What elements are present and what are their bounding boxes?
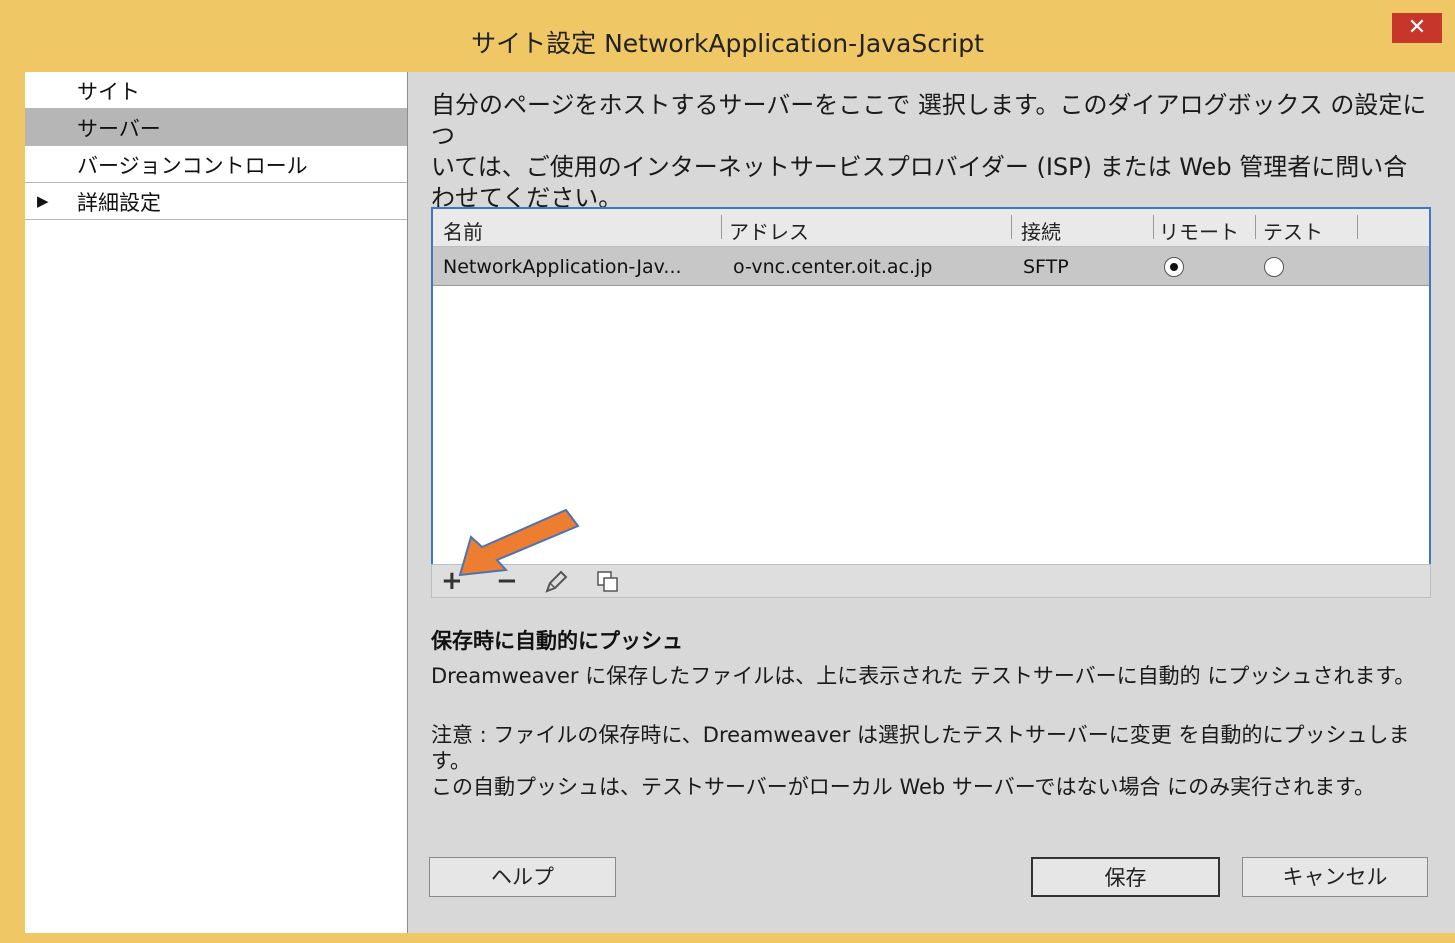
sidebar-item-servers[interactable]: サーバー: [25, 109, 407, 146]
add-server-button[interactable]: +: [441, 567, 463, 595]
column-divider[interactable]: [1357, 215, 1358, 239]
column-header-address[interactable]: アドレス: [729, 216, 809, 245]
description-line: 自分のページをホストするサーバーをここで 選択します。このダイアログボックス の…: [431, 91, 1427, 150]
table-row[interactable]: NetworkApplication-Jav... o-vnc.center.o…: [433, 247, 1429, 286]
radio-checked-dot: [1170, 263, 1178, 271]
table-header: 名前 アドレス 接続 リモート テスト: [433, 209, 1429, 247]
column-header-test[interactable]: テスト: [1263, 216, 1323, 245]
column-divider[interactable]: [1255, 215, 1256, 239]
expand-arrow-icon[interactable]: ▶: [37, 192, 49, 210]
remove-server-button[interactable]: −: [496, 567, 518, 595]
server-connection-cell: SFTP: [1023, 256, 1069, 278]
servers-description: 自分のページをホストするサーバーをここで 選択します。このダイアログボックス の…: [431, 90, 1431, 214]
auto-push-description: Dreamweaver に保存したファイルは、上に表示された テストサーバーに自…: [431, 664, 1416, 688]
help-button[interactable]: ヘルプ: [429, 857, 616, 897]
sidebar-item-label: サイト: [77, 80, 140, 104]
sidebar-item-site[interactable]: サイト: [25, 72, 407, 109]
sidebar-item-label: バージョンコントロール: [77, 154, 308, 178]
auto-push-title: 保存時に自動的にプッシュ: [431, 629, 683, 653]
server-table-toolbar: + −: [431, 564, 1431, 598]
column-divider[interactable]: [721, 215, 722, 239]
sidebar-item-label: サーバー: [77, 117, 161, 141]
dialog-body: サイト サーバー バージョンコントロール ▶ 詳細設定 自分のページをホストする…: [25, 72, 1455, 933]
sidebar-item-label: 詳細設定: [77, 191, 161, 215]
description-line: いては、ご使用のインターネットサービスプロバイダー (ISP) または Web …: [431, 153, 1408, 181]
note-text: 注意 : ファイルの保存時に、Dreamweaver は選択したテストサーバーに…: [431, 722, 1441, 800]
servers-panel: 自分のページをホストするサーバーをここで 選択します。このダイアログボックス の…: [408, 72, 1455, 933]
column-divider[interactable]: [1011, 215, 1012, 239]
save-button[interactable]: 保存: [1031, 857, 1220, 897]
close-button[interactable]: ✕: [1392, 13, 1442, 43]
sidebar-item-advanced-settings[interactable]: ▶ 詳細設定: [25, 183, 407, 220]
sidebar-item-version-control[interactable]: バージョンコントロール: [25, 146, 407, 183]
test-radio[interactable]: [1264, 257, 1284, 277]
title-bar: サイト設定 NetworkApplication-JavaScript ✕: [0, 0, 1455, 72]
note-line: 注意 : ファイルの保存時に、Dreamweaver は選択したテストサーバーに…: [431, 723, 1410, 773]
column-header-name[interactable]: 名前: [443, 216, 483, 245]
site-settings-dialog: サイト設定 NetworkApplication-JavaScript ✕ サイ…: [0, 0, 1455, 943]
column-divider[interactable]: [1153, 215, 1154, 239]
server-name-cell: NetworkApplication-Jav...: [443, 256, 682, 278]
edit-server-button[interactable]: [543, 569, 569, 601]
cancel-button[interactable]: キャンセル: [1242, 857, 1428, 897]
duplicate-server-button[interactable]: [595, 569, 621, 601]
remote-radio[interactable]: [1164, 257, 1184, 277]
category-sidebar: サイト サーバー バージョンコントロール ▶ 詳細設定: [25, 72, 408, 933]
column-header-remote[interactable]: リモート: [1159, 216, 1239, 245]
server-table: 名前 アドレス 接続 リモート テスト NetworkApplication-J…: [431, 207, 1431, 566]
note-line: この自動プッシュは、テストサーバーがローカル Web サーバーではない場合 にの…: [431, 775, 1376, 799]
pencil-icon: [545, 570, 568, 593]
column-header-connection[interactable]: 接続: [1021, 216, 1061, 245]
window-title: サイト設定 NetworkApplication-JavaScript: [471, 29, 984, 58]
duplicate-icon: [597, 571, 618, 592]
server-address-cell: o-vnc.center.oit.ac.jp: [733, 256, 933, 278]
